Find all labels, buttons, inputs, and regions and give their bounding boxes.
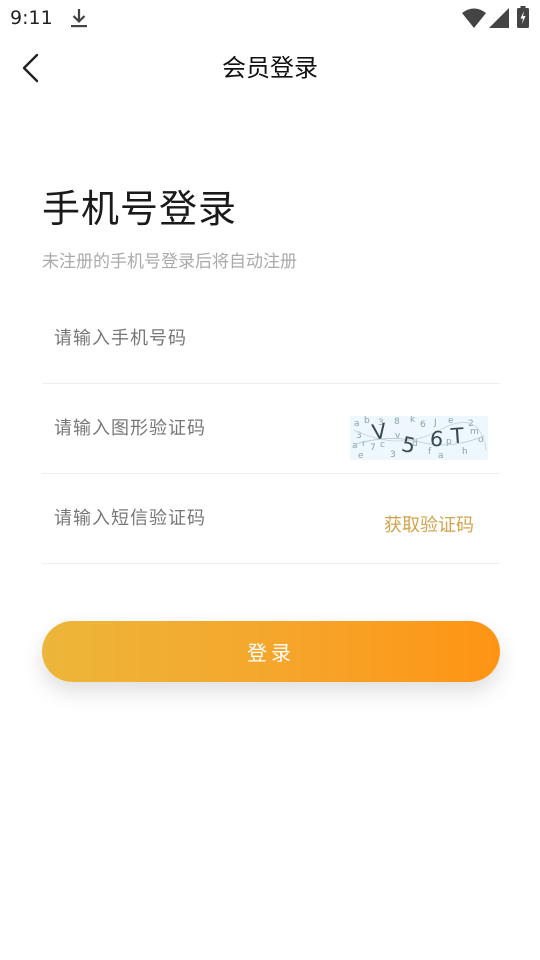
svg-text:a: a bbox=[354, 419, 360, 429]
svg-text:v: v bbox=[395, 431, 401, 441]
captcha-input[interactable] bbox=[54, 383, 334, 473]
phone-input[interactable] bbox=[54, 293, 334, 383]
login-button[interactable]: 登录 bbox=[42, 621, 500, 682]
svg-text:e: e bbox=[358, 451, 364, 460]
svg-text:6: 6 bbox=[429, 426, 445, 451]
captcha-field-row: ab3 8k6 Je2 3ar 7cv dfp hoe 3am V 5 6 T bbox=[42, 383, 500, 474]
signal-icon bbox=[489, 8, 509, 28]
svg-text:k: k bbox=[410, 416, 416, 425]
page-title: 会员登录 bbox=[222, 54, 318, 82]
phone-field-row bbox=[42, 293, 500, 384]
wifi-icon bbox=[462, 8, 486, 28]
get-sms-code-button[interactable]: 获取验证码 bbox=[384, 511, 474, 537]
status-time: 9:11 bbox=[10, 7, 53, 29]
battery-icon bbox=[517, 6, 529, 28]
login-heading: 手机号登录 bbox=[42, 187, 238, 231]
svg-text:r: r bbox=[362, 439, 366, 449]
svg-text:b: b bbox=[364, 416, 370, 426]
svg-text:h: h bbox=[462, 447, 468, 457]
sms-field-row: 获取验证码 bbox=[42, 473, 500, 564]
captcha-image[interactable]: ab3 8k6 Je2 3a r 7 cv dfp hoe 3 am V 5 6 T bbox=[350, 416, 488, 460]
status-bar: 9:11 bbox=[0, 0, 540, 36]
svg-text:a: a bbox=[352, 441, 358, 451]
login-hint: 未注册的手机号登录后将自动注册 bbox=[42, 252, 297, 272]
svg-text:a: a bbox=[438, 451, 444, 460]
svg-text:6: 6 bbox=[420, 420, 426, 430]
svg-text:8: 8 bbox=[394, 417, 400, 427]
nav-bar: 会员登录 bbox=[0, 36, 540, 100]
download-icon bbox=[71, 9, 87, 28]
svg-text:T: T bbox=[449, 424, 465, 449]
sms-code-input[interactable] bbox=[54, 473, 334, 563]
svg-text:3: 3 bbox=[390, 450, 396, 460]
